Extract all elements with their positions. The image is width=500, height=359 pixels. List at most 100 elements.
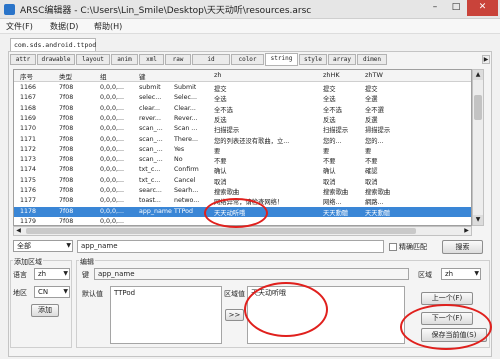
table-cell-zhhk: 要 — [323, 147, 330, 155]
col-group[interactable]: 组 — [100, 71, 107, 81]
table-row[interactable]: 1166 7f08 0,0,0,... submit Submit 提交 提交 提交 — [14, 83, 471, 93]
table-cell-default: Yes — [174, 145, 185, 153]
table-cell-zhtw: 掃描提示 — [365, 127, 391, 135]
table-cell-default: There... — [174, 135, 199, 143]
chevron-down-icon: ▼ — [66, 242, 71, 249]
table-cell-group: 0,0,0,... — [100, 197, 125, 205]
table-cell-zhtw: 不要 — [365, 158, 378, 166]
add-area-title: 添加区域 — [13, 257, 43, 267]
table-vertical-scrollbar[interactable] — [472, 69, 484, 226]
chevron-down-icon: ▼ — [474, 270, 479, 277]
scroll-up-icon[interactable]: ▲ — [473, 70, 483, 80]
table-cell-zhtw: 確認 — [365, 168, 378, 176]
vertical-scroll-thumb[interactable] — [474, 95, 482, 120]
copy-default-button[interactable]: >> — [225, 309, 244, 321]
table-row[interactable]: 1173 7f08 0,0,0,... scan_... No 不要 不要 不要 — [14, 155, 471, 166]
table-cell-key: txt_c... — [139, 176, 161, 184]
table-cell-default: No — [174, 156, 183, 164]
col-type[interactable]: 类型 — [59, 71, 72, 81]
table-cell-group: 0,0,0,... — [100, 104, 125, 112]
search-button[interactable]: 搜索 — [442, 240, 483, 254]
editor-region-select[interactable]: zh ▼ — [441, 268, 481, 280]
table-cell-zhtw: 提交 — [365, 86, 378, 93]
key-field[interactable]: app_name — [94, 268, 409, 280]
table-cell-group: 0,0,0,... — [100, 94, 125, 102]
default-value-label: 默认值 — [82, 290, 103, 298]
menu-file[interactable]: 文件(F) — [6, 21, 33, 32]
table-cell-group: 0,0,0,... — [100, 84, 125, 91]
table-cell-zh: 不要 — [214, 158, 227, 166]
table-cell-group: 0,0,0,... — [100, 187, 125, 194]
table-cell-default: Submit — [174, 84, 197, 91]
table-cell-key: toast... — [139, 197, 161, 205]
tab-string[interactable]: string — [265, 53, 298, 66]
region-select[interactable]: CN ▼ — [34, 286, 70, 298]
key-label: 键 — [82, 271, 89, 279]
table-cell-type: 7f08 — [59, 84, 74, 91]
table-cell-type: 7f08 — [59, 187, 74, 194]
package-tab[interactable]: com.sds.android.ttpod — [10, 38, 96, 51]
menu-data[interactable]: 数据(D) — [50, 21, 78, 32]
table-cell-type: 7f08 — [59, 217, 74, 225]
col-zhtw[interactable]: zhTW — [365, 71, 383, 79]
add-button[interactable]: 添加 — [31, 304, 59, 317]
search-scope-select[interactable]: 全部 ▼ — [13, 240, 73, 252]
table-cell-group: 0,0,0,... — [100, 217, 125, 225]
default-value-text[interactable]: TTPod — [110, 286, 222, 344]
menu-help[interactable]: 帮助(H) — [94, 21, 122, 32]
minimize-button[interactable]: – — [425, 0, 445, 16]
maximize-button[interactable]: □ — [446, 0, 466, 16]
table-row[interactable]: 1175 7f08 0,0,0,... txt_c... Cancel 取消 取消 取消 — [14, 176, 471, 186]
scroll-left-icon[interactable]: ◀ — [14, 227, 23, 235]
table-cell-zh: 搜索歌曲 — [214, 189, 240, 196]
table-cell-zhtw: 反選 — [365, 116, 378, 124]
tab-color[interactable]: color — [231, 54, 264, 65]
tab-layout[interactable]: layout — [76, 54, 110, 65]
table-cell-index: 1174 — [20, 166, 37, 174]
table-cell-zhtw: 全選 — [365, 96, 378, 104]
tab-id[interactable]: id — [192, 54, 230, 65]
table-row[interactable]: 1174 7f08 0,0,0,... txt_c... Confirm 确认 确认 確認 — [14, 165, 471, 176]
table-cell-default: Cancel — [174, 176, 196, 184]
table-row[interactable]: 1171 7f08 0,0,0,... scan_... There... 您的列表还没有… — [14, 135, 471, 145]
table-cell-index: 1167 — [20, 94, 37, 102]
table-cell-default: Clear... — [174, 104, 196, 112]
table-row[interactable]: 1169 7f08 0,0,0,... rever... Rever... 反选 反选 反選 — [14, 114, 471, 124]
tab-anim[interactable]: anim — [111, 54, 138, 65]
table-row[interactable]: 1170 7f08 0,0,0,... scan_... Scan ... 扫描提示 扫描提… — [14, 124, 471, 135]
tab-attr[interactable]: attr — [10, 54, 36, 65]
table-cell-zhhk: 天天動聽 — [323, 209, 349, 217]
tab-xml[interactable]: xml — [139, 54, 164, 65]
tab-scroll-right-icon[interactable]: ▶ — [482, 55, 490, 64]
tab-style[interactable]: style — [299, 54, 327, 65]
tab-raw[interactable]: raw — [165, 54, 191, 65]
tab-drawable[interactable]: drawable — [37, 54, 75, 65]
table-cell-type: 7f08 — [59, 104, 74, 112]
col-zh[interactable]: zh — [214, 71, 222, 79]
table-cell-zh: 反选 — [214, 116, 227, 124]
table-cell-index: 1176 — [20, 187, 37, 194]
table-cell-zhhk: 不要 — [323, 158, 336, 166]
table-row[interactable]: 1167 7f08 0,0,0,... selec... Selec... 全选 全选 全選 — [14, 93, 471, 104]
scroll-right-icon[interactable]: ▶ — [462, 227, 471, 235]
exact-match-checkbox[interactable] — [389, 243, 397, 251]
search-scope-value: 全部 — [17, 242, 31, 250]
col-key[interactable]: 键 — [139, 71, 146, 81]
scroll-down-icon[interactable]: ▼ — [473, 215, 483, 225]
table-cell-zhhk: 网络... — [323, 199, 342, 207]
language-select[interactable]: zh ▼ — [34, 268, 70, 280]
tab-array[interactable]: array — [328, 54, 356, 65]
col-zhhk[interactable]: zhHK — [323, 71, 340, 79]
table-row[interactable]: 1176 7f08 0,0,0,... searc... Searh... 搜索歌曲 搜索歌… — [14, 186, 471, 196]
search-input[interactable]: app_name — [77, 240, 384, 253]
table-cell-key: scan_... — [139, 156, 163, 164]
table-cell-index: 1168 — [20, 104, 37, 112]
table-cell-type: 7f08 — [59, 156, 74, 164]
table-row[interactable]: 1168 7f08 0,0,0,... clear... Clear... 全不选 全不选 全… — [14, 104, 471, 114]
table-row[interactable]: 1172 7f08 0,0,0,... scan_... Yes 要 要 要 — [14, 145, 471, 155]
close-button[interactable]: ✕ — [467, 0, 498, 16]
exact-match-label: 精确匹配 — [399, 243, 427, 251]
col-index[interactable]: 序号 — [20, 71, 33, 81]
horizontal-scroll-thumb[interactable] — [26, 228, 416, 234]
tab-dimen[interactable]: dimen — [357, 54, 387, 65]
